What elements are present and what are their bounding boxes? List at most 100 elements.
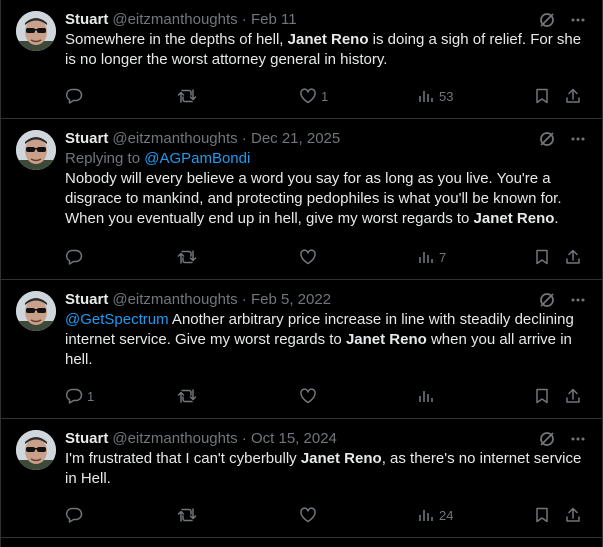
replying-to-user-link[interactable]: @AGPamBondi — [144, 150, 250, 167]
replying-to: Replying to @AGPamBondi — [65, 149, 586, 169]
reply-button[interactable] — [65, 86, 87, 106]
retweet-button[interactable] — [177, 247, 201, 267]
grok-icon[interactable] — [538, 291, 556, 309]
bookmark-button[interactable] — [533, 505, 551, 525]
separator-dot: · — [237, 130, 251, 147]
tweet[interactable]: Stuart @eitzmanthoughts · Oct 15, 2024 I'… — [1, 419, 602, 538]
grok-icon[interactable] — [538, 130, 556, 148]
bookmark-icon — [533, 248, 551, 266]
bookmark-icon — [533, 87, 551, 105]
share-button[interactable] — [564, 505, 582, 525]
views-button[interactable]: 24 — [417, 505, 453, 525]
share-icon — [564, 87, 582, 105]
tweet-date[interactable]: Feb 5, 2022 — [251, 291, 331, 308]
reply-button[interactable]: 1 — [65, 386, 94, 406]
like-button[interactable] — [299, 247, 321, 267]
share-icon — [564, 387, 582, 405]
user-handle[interactable]: @eitzmanthoughts — [112, 430, 237, 447]
text-segment: Somewhere in the depths of hell, — [65, 31, 288, 48]
views-button[interactable]: 53 — [417, 86, 453, 106]
display-name[interactable]: Stuart — [65, 11, 108, 28]
tweet-header: Stuart @eitzmanthoughts · Oct 15, 2024 — [65, 429, 586, 449]
tweet-text: I'm frustrated that I can't cyberbully J… — [65, 449, 586, 489]
retweet-icon — [177, 506, 197, 524]
display-name[interactable]: Stuart — [65, 430, 108, 447]
reply-icon — [65, 387, 83, 405]
avatar[interactable] — [16, 11, 56, 51]
like-icon — [299, 506, 317, 524]
bookmark-button[interactable] — [533, 247, 551, 267]
more-icon[interactable] — [570, 431, 586, 447]
views-count: 24 — [439, 507, 454, 523]
like-button[interactable] — [299, 386, 321, 406]
retweet-button[interactable] — [177, 386, 201, 406]
retweet-button[interactable] — [177, 86, 201, 106]
display-name[interactable]: Stuart — [65, 130, 108, 147]
tweet-text: Somewhere in the depths of hell, Janet R… — [65, 30, 586, 70]
reply-button[interactable] — [65, 247, 87, 267]
bookmark-button[interactable] — [533, 386, 551, 406]
action-bar: 7 — [65, 247, 586, 267]
bookmark-button[interactable] — [533, 86, 551, 106]
views-icon — [417, 506, 435, 524]
text-segment: I'm frustrated that I can't cyberbully — [65, 450, 301, 467]
share-button[interactable] — [564, 247, 582, 267]
grok-icon[interactable] — [538, 430, 556, 448]
tweet-header: Stuart @eitzmanthoughts · Dec 21, 2025 — [65, 129, 586, 149]
text-segment-bold: Janet Reno — [473, 210, 555, 227]
like-icon — [299, 248, 317, 266]
avatar[interactable] — [16, 130, 56, 170]
replying-to-label: Replying to — [65, 150, 145, 167]
separator-dot: · — [237, 11, 251, 28]
tweet-date[interactable]: Oct 15, 2024 — [251, 430, 337, 447]
more-icon[interactable] — [570, 131, 586, 147]
views-button[interactable]: 7 — [417, 247, 446, 267]
bookmark-icon — [533, 506, 551, 524]
avatar[interactable] — [16, 291, 56, 331]
action-bar: 1 — [65, 386, 586, 406]
user-handle[interactable]: @eitzmanthoughts — [112, 11, 237, 28]
like-icon — [299, 387, 317, 405]
like-button[interactable]: 1 — [299, 86, 328, 106]
tweet[interactable]: Stuart @eitzmanthoughts · Feb 5, 2022 @Ge… — [1, 280, 602, 419]
views-icon — [417, 387, 435, 405]
share-button[interactable] — [564, 86, 582, 106]
text-segment-bold: Janet Reno — [287, 31, 369, 48]
more-icon[interactable] — [570, 292, 586, 308]
separator-dot: · — [237, 430, 251, 447]
user-handle[interactable]: @eitzmanthoughts — [112, 130, 237, 147]
retweet-icon — [177, 87, 197, 105]
reply-count: 1 — [87, 388, 95, 404]
like-button[interactable] — [299, 505, 321, 525]
tweet-date[interactable]: Feb 11 — [251, 11, 297, 28]
retweet-button[interactable] — [177, 505, 201, 525]
tweet[interactable]: Stuart @eitzmanthoughts · Feb 11 Somewher… — [1, 0, 602, 119]
share-icon — [564, 506, 582, 524]
grok-icon[interactable] — [538, 11, 556, 29]
retweet-icon — [177, 248, 197, 266]
tweet[interactable]: Stuart @eitzmanthoughts · Dec 21, 2025 Re… — [1, 119, 602, 280]
bookmark-icon — [533, 387, 551, 405]
like-count: 1 — [321, 88, 329, 104]
tweet-header: Stuart @eitzmanthoughts · Feb 11 — [65, 10, 586, 30]
display-name[interactable]: Stuart — [65, 291, 108, 308]
user-handle[interactable]: @eitzmanthoughts — [112, 291, 237, 308]
mention-link[interactable]: @GetSpectrum — [65, 311, 169, 328]
like-icon — [299, 87, 317, 105]
text-segment-bold: Janet Reno — [345, 331, 427, 348]
more-icon[interactable] — [570, 12, 586, 28]
tweet-header: Stuart @eitzmanthoughts · Feb 5, 2022 — [65, 290, 586, 310]
separator-dot: · — [237, 291, 251, 308]
reply-icon — [65, 506, 83, 524]
views-button[interactable] — [417, 386, 439, 406]
avatar[interactable] — [16, 430, 56, 470]
views-count: 53 — [439, 88, 454, 104]
reply-button[interactable] — [65, 505, 87, 525]
reply-icon — [65, 87, 83, 105]
timeline: Stuart @eitzmanthoughts · Feb 11 Somewher… — [0, 0, 603, 547]
tweet-text: Nobody will every believe a word you say… — [65, 169, 586, 229]
tweet-date[interactable]: Dec 21, 2025 — [251, 130, 340, 147]
reply-icon — [65, 248, 83, 266]
text-segment: . — [554, 210, 559, 227]
share-button[interactable] — [564, 386, 582, 406]
